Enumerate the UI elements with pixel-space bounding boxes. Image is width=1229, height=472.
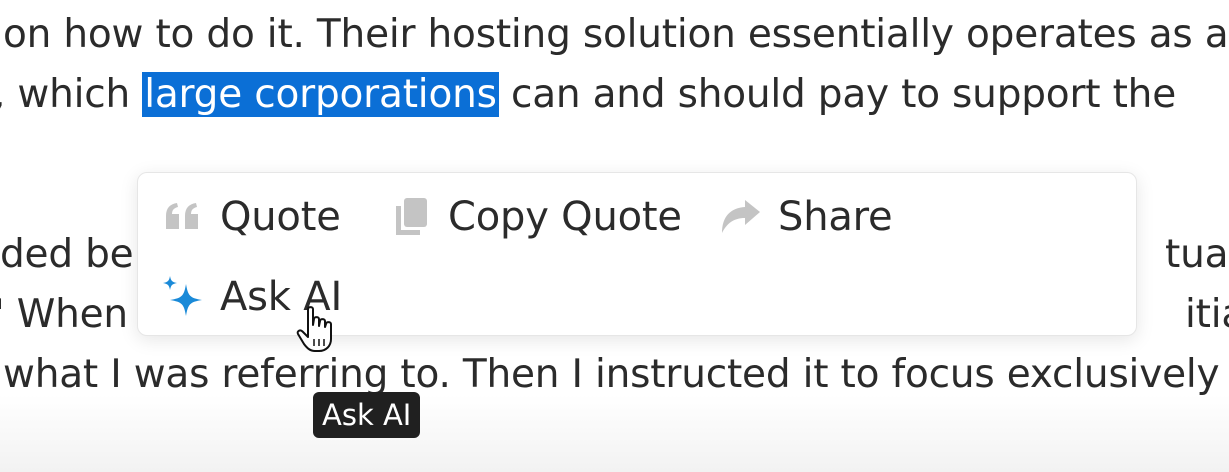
article-text: , which <box>0 72 143 117</box>
article-text: can and should pay to support the <box>498 72 1176 117</box>
article-line-partial: tually <box>1165 232 1229 277</box>
ask-ai-tooltip: Ask AI <box>313 392 421 438</box>
quote-label: Quote <box>220 194 341 240</box>
share-button[interactable]: Share <box>720 189 893 245</box>
article-line-partial: ded bel <box>0 232 145 277</box>
share-label: Share <box>778 194 893 240</box>
copy-quote-button[interactable]: Copy Quote <box>390 189 682 245</box>
article-line: on how to do it. Their hosting solution … <box>3 12 1229 57</box>
selection-popup-menu: Quote Copy Quote Share Ask AI <box>137 172 1137 336</box>
article-line: , which large corporations can and shoul… <box>0 70 1176 120</box>
article-line: what I was referring to. Then I instruct… <box>3 352 1229 397</box>
quote-icon <box>162 196 204 238</box>
quote-button[interactable]: Quote <box>162 189 341 245</box>
selected-text[interactable]: large corporations <box>142 72 499 117</box>
share-icon <box>720 196 762 238</box>
copy-icon <box>390 196 432 238</box>
article-line-partial: itially <box>1185 292 1229 337</box>
sparkle-icon <box>162 276 204 318</box>
article-line-partial: ' When I <box>0 292 152 337</box>
hand-pointer-cursor <box>296 305 336 353</box>
copy-quote-label: Copy Quote <box>448 194 682 240</box>
